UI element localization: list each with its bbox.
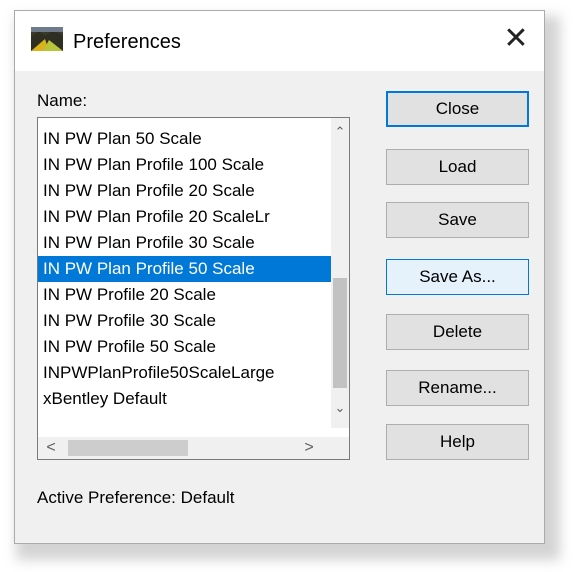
list-item[interactable]: IN PW Plan 50 Scale — [38, 126, 333, 152]
close-button[interactable]: Close — [386, 91, 529, 127]
list-item[interactable]: IN PW Plan Profile 100 Scale — [38, 152, 333, 178]
list-item[interactable]: IN PW Plan Profile 30 Scale — [38, 230, 333, 256]
help-button[interactable]: Help — [386, 424, 529, 460]
title-bar[interactable]: Preferences ✕ — [15, 11, 544, 71]
horizontal-scroll-thumb[interactable] — [68, 440, 188, 456]
preferences-listbox[interactable]: IN PW Plan 50 Scale IN PW Plan Profile 10… — [37, 117, 350, 460]
save-button[interactable]: Save — [386, 202, 529, 238]
scroll-left-icon[interactable]: < — [42, 439, 60, 457]
preferences-app-icon — [31, 27, 63, 51]
vertical-scroll-thumb[interactable] — [333, 278, 347, 388]
preferences-dialog: Preferences ✕ Name: IN PW Plan 50 Scale I… — [14, 10, 545, 544]
scroll-down-icon[interactable]: ⌄ — [331, 400, 349, 416]
list-item[interactable]: IN PW Profile 20 Scale — [38, 282, 333, 308]
scroll-up-icon[interactable]: ⌃ — [331, 124, 349, 140]
name-label: Name: — [37, 91, 88, 110]
list-item[interactable]: IN PW Plan Profile 20 ScaleLr — [38, 204, 333, 230]
load-button[interactable]: Load — [386, 149, 529, 185]
close-window-icon[interactable]: ✕ — [496, 21, 536, 57]
list-item[interactable]: IN PW Plan Profile 20 Scale — [38, 178, 333, 204]
list-item[interactable]: IN PW Plan Profile 50 Scale — [38, 256, 333, 282]
list-item[interactable]: xBentley Default — [38, 386, 333, 412]
preferences-list: IN PW Plan 50 Scale IN PW Plan Profile 10… — [38, 126, 333, 412]
active-preference-status: Active Preference: Default — [37, 488, 235, 507]
list-item[interactable]: INPWPlanProfile50ScaleLarge — [38, 360, 333, 386]
delete-button[interactable]: Delete — [386, 314, 529, 350]
scroll-right-icon[interactable]: > — [300, 439, 318, 457]
list-item[interactable]: IN PW Profile 50 Scale — [38, 334, 333, 360]
list-item[interactable]: IN PW Profile 30 Scale — [38, 308, 333, 334]
horizontal-scrollbar[interactable]: < > — [38, 437, 349, 459]
rename-button[interactable]: Rename... — [386, 370, 529, 406]
window-title: Preferences — [73, 31, 181, 53]
vertical-scrollbar[interactable]: ⌃ ⌄ — [331, 118, 349, 428]
save-as-button[interactable]: Save As... — [386, 259, 529, 295]
